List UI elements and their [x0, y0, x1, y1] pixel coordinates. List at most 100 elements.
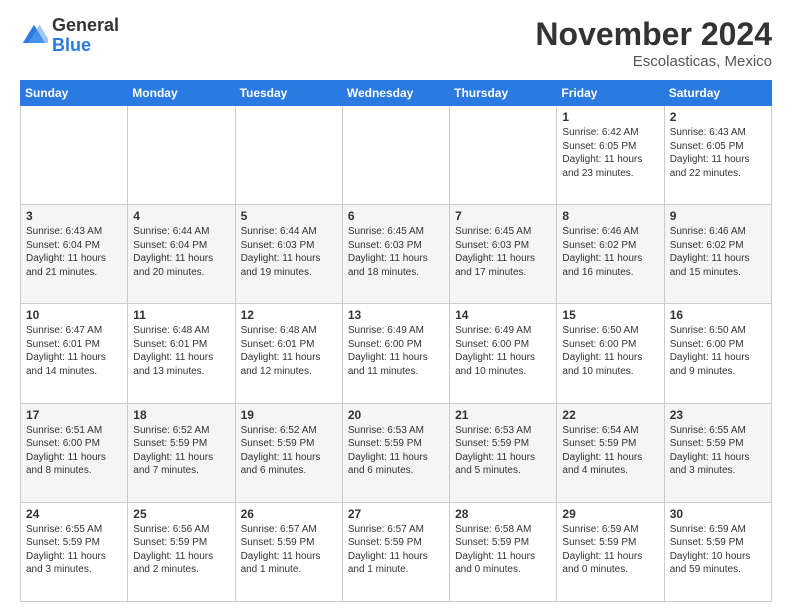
day-number: 18 — [133, 408, 229, 422]
calendar-cell: 23 Sunrise: 6:55 AM Sunset: 5:59 PM Dayli… — [664, 403, 771, 502]
calendar-cell: 6 Sunrise: 6:45 AM Sunset: 6:03 PM Daylig… — [342, 205, 449, 304]
title-block: November 2024 Escolasticas, Mexico — [535, 16, 772, 70]
weekday-header: Monday — [128, 81, 235, 106]
calendar-cell: 22 Sunrise: 6:54 AM Sunset: 5:59 PM Dayli… — [557, 403, 664, 502]
day-info: Sunrise: 6:48 AM Sunset: 6:01 PM Dayligh… — [133, 325, 213, 377]
calendar-cell: 10 Sunrise: 6:47 AM Sunset: 6:01 PM Dayli… — [21, 304, 128, 403]
calendar-cell: 17 Sunrise: 6:51 AM Sunset: 6:00 PM Dayli… — [21, 403, 128, 502]
calendar-row: 3 Sunrise: 6:43 AM Sunset: 6:04 PM Daylig… — [21, 205, 772, 304]
calendar-cell: 24 Sunrise: 6:55 AM Sunset: 5:59 PM Dayli… — [21, 502, 128, 601]
subtitle: Escolasticas, Mexico — [535, 53, 772, 70]
day-number: 9 — [670, 209, 766, 223]
calendar-cell: 1 Sunrise: 6:42 AM Sunset: 6:05 PM Daylig… — [557, 106, 664, 205]
logo-icon — [20, 22, 48, 50]
day-number: 30 — [670, 507, 766, 521]
calendar-cell: 25 Sunrise: 6:56 AM Sunset: 5:59 PM Dayli… — [128, 502, 235, 601]
day-number: 22 — [562, 408, 658, 422]
day-info: Sunrise: 6:55 AM Sunset: 5:59 PM Dayligh… — [26, 524, 106, 576]
calendar-cell: 28 Sunrise: 6:58 AM Sunset: 5:59 PM Dayli… — [450, 502, 557, 601]
calendar-cell: 5 Sunrise: 6:44 AM Sunset: 6:03 PM Daylig… — [235, 205, 342, 304]
weekday-header: Sunday — [21, 81, 128, 106]
day-info: Sunrise: 6:56 AM Sunset: 5:59 PM Dayligh… — [133, 524, 213, 576]
calendar-cell: 13 Sunrise: 6:49 AM Sunset: 6:00 PM Dayli… — [342, 304, 449, 403]
calendar-cell — [450, 106, 557, 205]
weekday-header: Friday — [557, 81, 664, 106]
calendar-cell: 21 Sunrise: 6:53 AM Sunset: 5:59 PM Dayli… — [450, 403, 557, 502]
day-number: 28 — [455, 507, 551, 521]
day-number: 17 — [26, 408, 122, 422]
calendar-cell — [235, 106, 342, 205]
day-number: 25 — [133, 507, 229, 521]
calendar-cell: 26 Sunrise: 6:57 AM Sunset: 5:59 PM Dayli… — [235, 502, 342, 601]
day-info: Sunrise: 6:59 AM Sunset: 5:59 PM Dayligh… — [562, 524, 642, 576]
day-number: 12 — [241, 308, 337, 322]
day-info: Sunrise: 6:51 AM Sunset: 6:00 PM Dayligh… — [26, 425, 106, 477]
calendar-cell: 9Sunrise: 6:46 AM Sunset: 6:02 PM Daylig… — [664, 205, 771, 304]
calendar-cell: 12 Sunrise: 6:48 AM Sunset: 6:01 PM Dayli… — [235, 304, 342, 403]
calendar-cell: 15Sunrise: 6:50 AM Sunset: 6:00 PM Dayli… — [557, 304, 664, 403]
day-number: 21 — [455, 408, 551, 422]
calendar-cell — [128, 106, 235, 205]
day-info: Sunrise: 6:54 AM Sunset: 5:59 PM Dayligh… — [562, 425, 642, 477]
day-info: Sunrise: 6:52 AM Sunset: 5:59 PM Dayligh… — [133, 425, 213, 477]
calendar-row: 1 Sunrise: 6:42 AM Sunset: 6:05 PM Daylig… — [21, 106, 772, 205]
day-number: 13 — [348, 308, 444, 322]
day-info: Sunrise: 6:44 AM Sunset: 6:03 PM Dayligh… — [241, 226, 321, 278]
day-info: Sunrise: 6:43 AM Sunset: 6:05 PM Dayligh… — [670, 127, 750, 179]
calendar-cell: 11Sunrise: 6:48 AM Sunset: 6:01 PM Dayli… — [128, 304, 235, 403]
day-info: Sunrise: 6:52 AM Sunset: 5:59 PM Dayligh… — [241, 425, 321, 477]
day-info: Sunrise: 6:47 AM Sunset: 6:01 PM Dayligh… — [26, 325, 106, 377]
calendar-cell — [21, 106, 128, 205]
day-info: Sunrise: 6:48 AM Sunset: 6:01 PM Dayligh… — [241, 325, 321, 377]
day-number: 8 — [562, 209, 658, 223]
day-number: 6 — [348, 209, 444, 223]
day-info: Sunrise: 6:57 AM Sunset: 5:59 PM Dayligh… — [241, 524, 321, 576]
day-info: Sunrise: 6:45 AM Sunset: 6:03 PM Dayligh… — [455, 226, 535, 278]
day-number: 27 — [348, 507, 444, 521]
day-number: 23 — [670, 408, 766, 422]
calendar-header-row: SundayMondayTuesdayWednesdayThursdayFrid… — [21, 81, 772, 106]
day-number: 16 — [670, 308, 766, 322]
calendar-cell: 16Sunrise: 6:50 AM Sunset: 6:00 PM Dayli… — [664, 304, 771, 403]
calendar-cell: 2 Sunrise: 6:43 AM Sunset: 6:05 PM Daylig… — [664, 106, 771, 205]
calendar-cell: 3 Sunrise: 6:43 AM Sunset: 6:04 PM Daylig… — [21, 205, 128, 304]
header: General Blue November 2024 Escolasticas,… — [20, 16, 772, 70]
calendar-cell: 30Sunrise: 6:59 AM Sunset: 5:59 PM Dayli… — [664, 502, 771, 601]
day-number: 24 — [26, 507, 122, 521]
logo-general: General — [52, 16, 119, 36]
day-number: 5 — [241, 209, 337, 223]
weekday-header: Saturday — [664, 81, 771, 106]
weekday-header: Wednesday — [342, 81, 449, 106]
day-info: Sunrise: 6:44 AM Sunset: 6:04 PM Dayligh… — [133, 226, 213, 278]
calendar-row: 10 Sunrise: 6:47 AM Sunset: 6:01 PM Dayli… — [21, 304, 772, 403]
day-info: Sunrise: 6:55 AM Sunset: 5:59 PM Dayligh… — [670, 425, 750, 477]
day-number: 26 — [241, 507, 337, 521]
day-info: Sunrise: 6:53 AM Sunset: 5:59 PM Dayligh… — [455, 425, 535, 477]
day-number: 20 — [348, 408, 444, 422]
day-number: 29 — [562, 507, 658, 521]
day-info: Sunrise: 6:43 AM Sunset: 6:04 PM Dayligh… — [26, 226, 106, 278]
day-info: Sunrise: 6:58 AM Sunset: 5:59 PM Dayligh… — [455, 524, 535, 576]
calendar-cell: 18 Sunrise: 6:52 AM Sunset: 5:59 PM Dayli… — [128, 403, 235, 502]
calendar-cell: 27 Sunrise: 6:57 AM Sunset: 5:59 PM Dayli… — [342, 502, 449, 601]
day-info: Sunrise: 6:49 AM Sunset: 6:00 PM Dayligh… — [348, 325, 428, 377]
calendar-cell: 14Sunrise: 6:49 AM Sunset: 6:00 PM Dayli… — [450, 304, 557, 403]
calendar-cell: 7Sunrise: 6:45 AM Sunset: 6:03 PM Daylig… — [450, 205, 557, 304]
day-number: 1 — [562, 110, 658, 124]
day-number: 19 — [241, 408, 337, 422]
day-info: Sunrise: 6:45 AM Sunset: 6:03 PM Dayligh… — [348, 226, 428, 278]
calendar-cell: 29 Sunrise: 6:59 AM Sunset: 5:59 PM Dayli… — [557, 502, 664, 601]
day-number: 10 — [26, 308, 122, 322]
logo: General Blue — [20, 16, 119, 56]
weekday-header: Tuesday — [235, 81, 342, 106]
day-info: Sunrise: 6:50 AM Sunset: 6:00 PM Dayligh… — [562, 325, 642, 377]
day-info: Sunrise: 6:57 AM Sunset: 5:59 PM Dayligh… — [348, 524, 428, 576]
logo-blue: Blue — [52, 36, 119, 56]
day-info: Sunrise: 6:46 AM Sunset: 6:02 PM Dayligh… — [562, 226, 642, 278]
calendar-cell: 19 Sunrise: 6:52 AM Sunset: 5:59 PM Dayli… — [235, 403, 342, 502]
day-number: 3 — [26, 209, 122, 223]
day-number: 2 — [670, 110, 766, 124]
day-number: 14 — [455, 308, 551, 322]
day-info: Sunrise: 6:42 AM Sunset: 6:05 PM Dayligh… — [562, 127, 642, 179]
calendar-cell — [342, 106, 449, 205]
